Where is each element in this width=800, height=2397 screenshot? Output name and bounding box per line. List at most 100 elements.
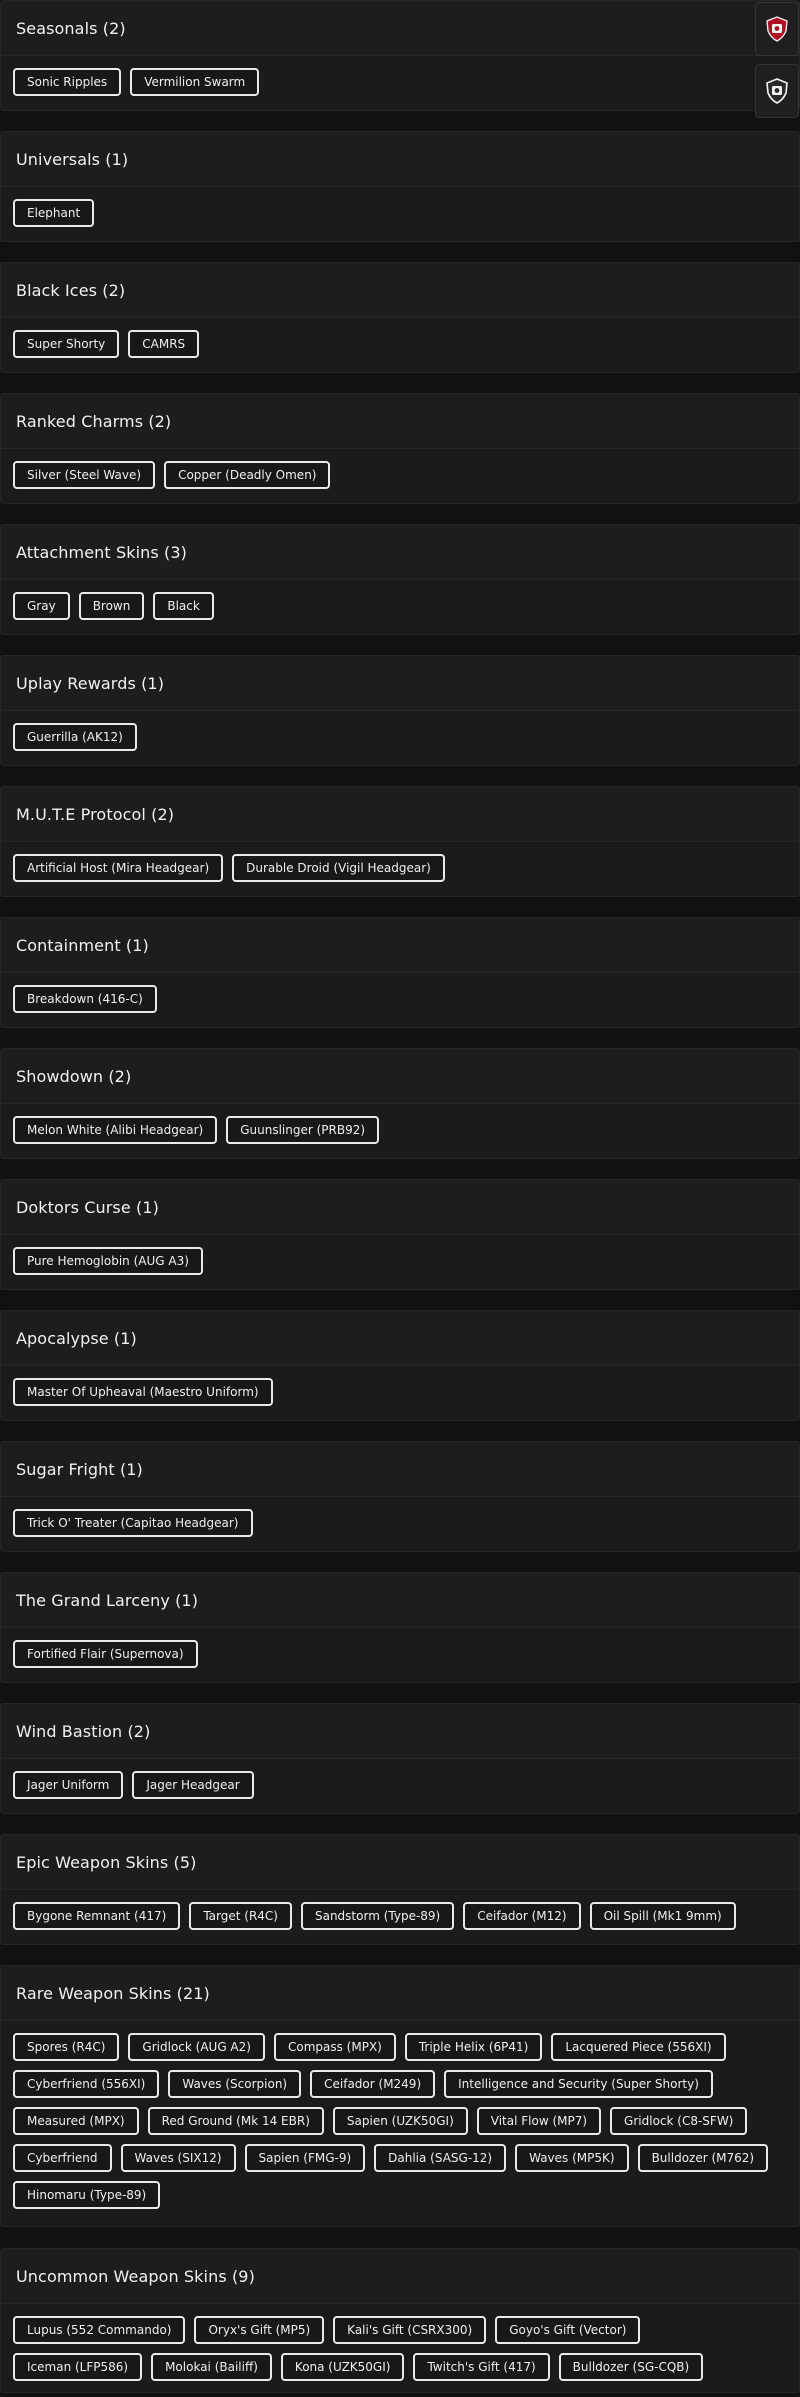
item-tag[interactable]: Gridlock (AUG A2) (128, 2033, 265, 2061)
section-title: Sugar Fright (1) (1, 1442, 799, 1497)
item-tag[interactable]: Breakdown (416-C) (13, 985, 157, 1013)
section-items: Jager Uniform Jager Headgear (1, 1759, 799, 1813)
item-tag[interactable]: Brown (78, 592, 145, 620)
item-tag[interactable]: Trick O' Treater (Capitao Headgear) (13, 1509, 253, 1537)
item-tag[interactable]: Copper (Deadly Omen) (164, 461, 331, 489)
section-doktors-curse: Doktors Curse (1) Pure Hemoglobin (AUG A3… (0, 1179, 800, 1290)
item-tag[interactable]: Waves (SIX12) (120, 2144, 236, 2172)
item-tag[interactable]: Bulldozer (SG-CQB) (558, 2353, 704, 2381)
section-seasonals: Seasonals (2) Sonic Ripples Vermilion Swar… (0, 0, 800, 111)
section-showdown: Showdown (2) Melon White (Alibi Headgear)… (0, 1048, 800, 1159)
section-title: Seasonals (2) (1, 1, 799, 56)
item-tag[interactable]: Kali's Gift (CSRX300) (333, 2316, 487, 2344)
section-title: Containment (1) (1, 918, 799, 973)
item-tag[interactable]: Twitch's Gift (417) (413, 2353, 550, 2381)
section-m-u-t-e-protocol: M.U.T.E Protocol (2) Artificial Host (Mir… (0, 786, 800, 897)
item-tag[interactable]: Intelligence and Security (Super Shorty) (444, 2070, 713, 2098)
section-epic-weapon-skins: Epic Weapon Skins (5) Bygone Remnant (417… (0, 1834, 800, 1945)
section-ranked-charms: Ranked Charms (2) Silver (Steel Wave) Copp… (0, 393, 800, 504)
section-title: M.U.T.E Protocol (2) (1, 787, 799, 842)
item-tag[interactable]: Super Shorty (13, 330, 120, 358)
item-tag[interactable]: Sapien (FMG-9) (244, 2144, 366, 2172)
section-items: Super Shorty CAMRS (1, 318, 799, 372)
item-tag[interactable]: Oil Spill (Mk1 9mm) (589, 1902, 736, 1930)
item-tag[interactable]: Red Ground (Mk 14 EBR) (147, 2107, 324, 2135)
item-tag[interactable]: Gray (13, 592, 70, 620)
item-tag[interactable]: Cyberfriend (556XI) (13, 2070, 160, 2098)
item-tag[interactable]: Bulldozer (M762) (637, 2144, 769, 2172)
item-tag[interactable]: Waves (Scorpion) (168, 2070, 302, 2098)
item-tag[interactable]: Guerrilla (AK12) (13, 723, 137, 751)
section-attachment-skins: Attachment Skins (3) Gray Brown Black (0, 524, 800, 635)
item-tag[interactable]: Waves (MP5K) (515, 2144, 629, 2172)
section-universals: Universals (1) Elephant (0, 131, 800, 242)
side-button-red-badge[interactable] (755, 2, 799, 56)
item-tag[interactable]: Jager Headgear (132, 1771, 254, 1799)
section-sugar-fright: Sugar Fright (1) Trick O' Treater (Capita… (0, 1441, 800, 1552)
section-items: Gray Brown Black (1, 580, 799, 634)
item-tag[interactable]: Lupus (552 Commando) (13, 2316, 186, 2344)
item-tag[interactable]: Bygone Remnant (417) (13, 1902, 181, 1930)
section-items: Trick O' Treater (Capitao Headgear) (1, 1497, 799, 1551)
item-tag[interactable]: Kona (UZK50GI) (280, 2353, 405, 2381)
side-button-white-badge[interactable] (755, 64, 799, 118)
item-tag[interactable]: Artificial Host (Mira Headgear) (13, 854, 224, 882)
section-items: Bygone Remnant (417) Target (R4C) Sandstor… (1, 1890, 799, 1944)
item-tag[interactable]: Melon White (Alibi Headgear) (13, 1116, 218, 1144)
item-tag[interactable]: Silver (Steel Wave) (13, 461, 156, 489)
section-title: Showdown (2) (1, 1049, 799, 1104)
item-tag[interactable]: Pure Hemoglobin (AUG A3) (13, 1247, 203, 1275)
item-tag[interactable]: CAMRS (128, 330, 200, 358)
item-tag[interactable]: Jager Uniform (13, 1771, 124, 1799)
item-tag[interactable]: Guunslinger (PRB92) (226, 1116, 380, 1144)
section-containment: Containment (1) Breakdown (416-C) (0, 917, 800, 1028)
section-items: Silver (Steel Wave) Copper (Deadly Omen) (1, 449, 799, 503)
section-items: Breakdown (416-C) (1, 973, 799, 1027)
item-tag[interactable]: Compass (MPX) (273, 2033, 396, 2061)
item-tag[interactable]: Gridlock (C8-SFW) (610, 2107, 748, 2135)
item-tag[interactable]: Oryx's Gift (MP5) (194, 2316, 325, 2344)
section-title: Wind Bastion (2) (1, 1704, 799, 1759)
item-tag[interactable]: Master Of Upheaval (Maestro Uniform) (13, 1378, 273, 1406)
red-shield-badge-icon (766, 16, 788, 42)
item-tag[interactable]: Elephant (13, 199, 95, 227)
item-tag[interactable]: Ceifador (M249) (310, 2070, 436, 2098)
section-title: Universals (1) (1, 132, 799, 187)
item-tag[interactable]: Iceman (LFP586) (13, 2353, 143, 2381)
item-tag[interactable]: Measured (MPX) (13, 2107, 139, 2135)
section-items: Fortified Flair (Supernova) (1, 1628, 799, 1682)
section-uncommon-weapon-skins: Uncommon Weapon Skins (9) Lupus (552 Comm… (0, 2248, 800, 2393)
item-tag[interactable]: Black (153, 592, 214, 620)
item-tag[interactable]: Target (R4C) (189, 1902, 292, 1930)
item-tag[interactable]: Cyberfriend (13, 2144, 112, 2172)
section-items: Lupus (552 Commando) Oryx's Gift (MP5) Kal… (1, 2304, 799, 2392)
section-items: Master Of Upheaval (Maestro Uniform) (1, 1366, 799, 1420)
item-tag[interactable]: Sonic Ripples (13, 68, 122, 96)
item-tag[interactable]: Durable Droid (Vigil Headgear) (232, 854, 445, 882)
item-tag[interactable]: Vermilion Swarm (130, 68, 260, 96)
section-items: Guerrilla (AK12) (1, 711, 799, 765)
section-title: Uplay Rewards (1) (1, 656, 799, 711)
item-tag[interactable]: Sandstorm (Type-89) (300, 1902, 455, 1930)
item-tag[interactable]: Molokai (Bailiff) (151, 2353, 272, 2381)
item-tag[interactable]: Fortified Flair (Supernova) (13, 1640, 198, 1668)
section-title: Apocalypse (1) (1, 1311, 799, 1366)
item-tag[interactable]: Spores (R4C) (13, 2033, 120, 2061)
item-tag[interactable]: Lacquered Piece (556XI) (551, 2033, 726, 2061)
item-tag[interactable]: Sapien (UZK50GI) (332, 2107, 468, 2135)
item-tag[interactable]: Goyo's Gift (Vector) (495, 2316, 641, 2344)
section-items: Spores (R4C) Gridlock (AUG A2) Compass (MP… (1, 2021, 799, 2226)
item-tag[interactable]: Triple Helix (6P41) (404, 2033, 543, 2061)
white-shield-badge-icon (766, 78, 788, 104)
section-items: Elephant (1, 187, 799, 241)
item-tag[interactable]: Dahlia (SASG-12) (374, 2144, 507, 2172)
section-wind-bastion: Wind Bastion (2) Jager Uniform Jager Headg… (0, 1703, 800, 1814)
section-title: Uncommon Weapon Skins (9) (1, 2249, 799, 2304)
item-tag[interactable]: Vital Flow (MP7) (476, 2107, 602, 2135)
item-tag[interactable]: Ceifador (M12) (463, 1902, 581, 1930)
section-rare-weapon-skins: Rare Weapon Skins (21) Spores (R4C) Gridlo… (0, 1965, 800, 2227)
item-tag[interactable]: Hinomaru (Type-89) (13, 2181, 161, 2209)
section-title: Attachment Skins (3) (1, 525, 799, 580)
section-items: Sonic Ripples Vermilion Swarm (1, 56, 799, 110)
section-title: The Grand Larceny (1) (1, 1573, 799, 1628)
